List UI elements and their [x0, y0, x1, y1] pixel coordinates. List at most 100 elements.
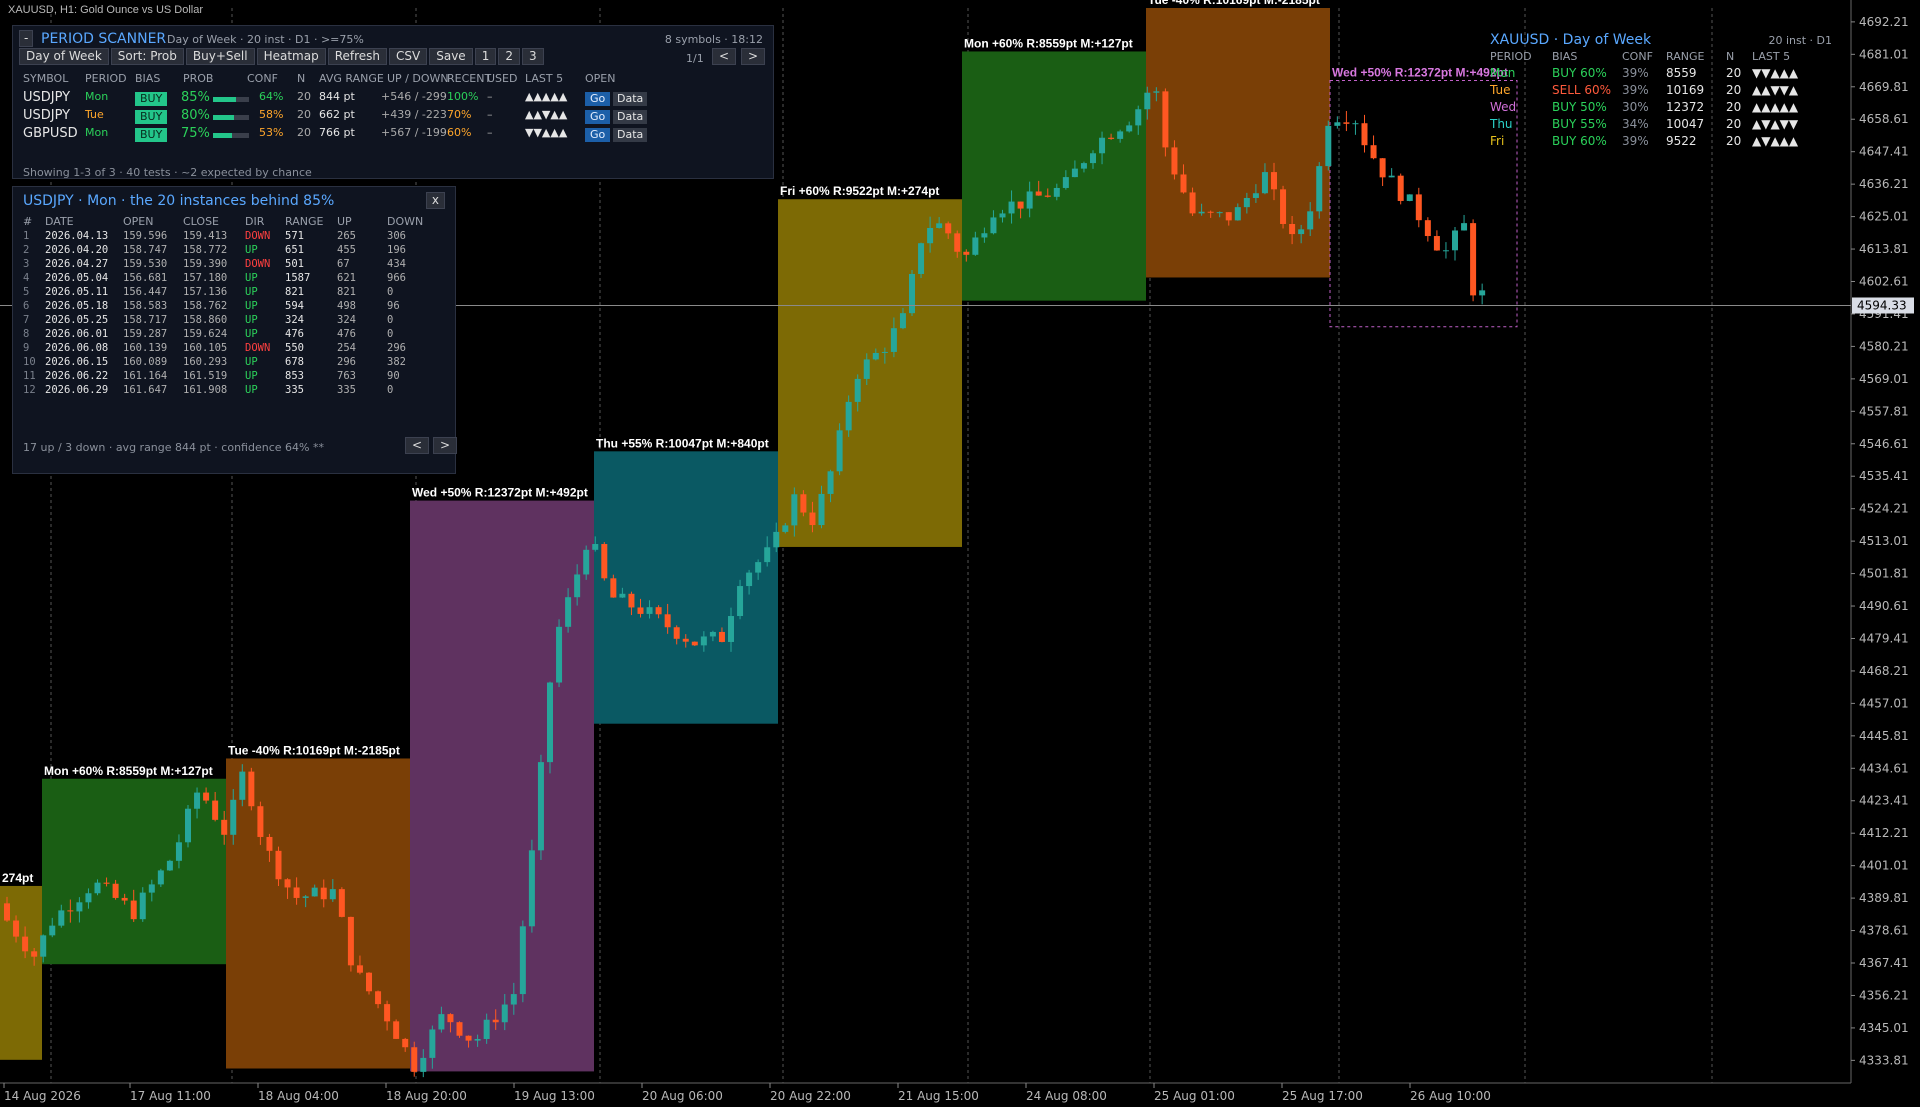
index-cell: 10	[23, 356, 36, 368]
candle-body	[909, 273, 915, 314]
candle-body	[601, 544, 608, 579]
up-down-cell: +567 / -199	[381, 126, 447, 139]
symbol-cell: USDJPY	[23, 108, 71, 123]
down-cell: 0	[387, 328, 394, 340]
scanner-btn-3[interactable]: 3	[521, 48, 544, 65]
candle-body	[1117, 131, 1124, 139]
candle-body	[1026, 191, 1033, 209]
candle-body	[492, 1019, 499, 1023]
data-button[interactable]: Data	[613, 110, 648, 124]
column-header: BIAS	[1552, 50, 1578, 63]
candle-body	[1207, 211, 1214, 213]
candle-body	[1307, 211, 1314, 230]
candle-body	[1343, 122, 1350, 124]
scanner-row[interactable]: GBPUSD Mon BUY 75% 53% 20 766 pt +567 / -199 60%…	[23, 126, 763, 144]
range-cell: 324	[285, 314, 304, 326]
candle-body	[1135, 109, 1142, 126]
y-axis-label: 4490.61	[1859, 599, 1909, 613]
detail-next-button[interactable]: >	[433, 437, 458, 454]
y-axis-label: 4367.41	[1859, 956, 1909, 970]
scanner-btn-buy-sell[interactable]: Buy+Sell	[185, 48, 255, 65]
index-cell: 11	[23, 370, 36, 382]
open-cell: 161.647	[123, 384, 168, 396]
overlay-table: PERIOD BIAS CONF RANGE N LAST 5 Mon BUY 60% 39% 8…	[1490, 50, 1840, 150]
scanner-row[interactable]: USDJPY Tue BUY 80% 58% 20 662 pt +439 / -223 70%…	[23, 108, 763, 126]
candle-body	[1171, 147, 1178, 175]
x-axis-label: 18 Aug 04:00	[258, 1089, 339, 1103]
candle-body	[718, 631, 725, 642]
candle-body	[103, 882, 110, 884]
bias-cell: SELL 60%	[1552, 83, 1612, 97]
candle-body	[592, 544, 599, 550]
data-button[interactable]: Data	[613, 92, 648, 106]
date-cell: 2026.04.20	[45, 244, 109, 256]
scanner-row[interactable]: USDJPY Mon BUY 85% 64% 20 844 pt +546 / -299 100…	[23, 90, 763, 108]
candle-body	[537, 762, 544, 851]
candle-body	[1252, 193, 1259, 198]
date-cell: 2026.05.25	[45, 314, 109, 326]
candle-body	[13, 920, 20, 937]
day-box	[1146, 8, 1330, 278]
column-header: RANGE	[285, 215, 324, 228]
collapse-button[interactable]: -	[19, 30, 34, 47]
index-cell: 4	[23, 272, 30, 284]
last5-cell: ▼▼▲▲▲	[525, 126, 568, 139]
bias-cell: BUY 60%	[1552, 134, 1607, 148]
up-cell: 254	[337, 342, 356, 354]
candle-body	[121, 897, 128, 901]
range-cell: 678	[285, 356, 304, 368]
column-header: LAST 5	[1752, 50, 1791, 63]
period-cell: Thu	[1490, 117, 1513, 131]
page-prev-button[interactable]: <	[712, 48, 737, 65]
date-cell: 2026.06.15	[45, 356, 109, 368]
symbol-cell: GBPUSD	[23, 126, 78, 141]
column-header: DATE	[45, 215, 74, 228]
column-header: N	[1726, 50, 1735, 63]
instance-row[interactable]: 12 2026.06.29 161.647 161.908 UP 335 335 0	[23, 384, 453, 402]
candle-body	[1062, 177, 1069, 188]
candle-body	[1144, 92, 1151, 110]
scanner-btn-1[interactable]: 1	[474, 48, 497, 65]
candle-body	[1479, 290, 1486, 296]
candle-body	[112, 883, 119, 898]
scanner-btn-2[interactable]: 2	[498, 48, 520, 65]
candle-body	[655, 607, 662, 615]
down-cell: 966	[387, 272, 406, 284]
n-cell: 20	[297, 108, 311, 121]
scanner-btn-heatmap[interactable]: Heatmap	[256, 48, 326, 65]
candle-body	[764, 547, 771, 563]
scanner-btn-day-of-week[interactable]: Day of Week	[19, 48, 109, 65]
scanner-toolbar: Day of Week Sort: Prob Buy+Sell Heatmap Refr…	[19, 48, 546, 65]
scanner-status: 8 symbols · 18:12	[664, 33, 763, 46]
scanner-btn-csv[interactable]: CSV	[389, 48, 428, 65]
candle-body	[673, 627, 680, 639]
scanner-btn-save[interactable]: Save	[429, 48, 473, 65]
scanner-table: SYMBOL PERIOD BIAS PROB CONF N AVG RANGE UP / D…	[23, 72, 763, 162]
x-axis-label: 26 Aug 10:00	[1410, 1089, 1491, 1103]
open-cell: 158.747	[123, 244, 168, 256]
day-box-label: Mon +60% R:8559pt M:+127pt	[44, 764, 213, 778]
confidence-bar-fill	[213, 115, 234, 120]
go-button[interactable]: Go	[585, 92, 611, 106]
scanner-btn-sort-prob[interactable]: Sort: Prob	[110, 48, 184, 65]
detail-prev-button[interactable]: <	[405, 437, 430, 454]
page-next-button[interactable]: >	[741, 48, 766, 65]
data-button[interactable]: Data	[613, 128, 648, 142]
y-axis-label: 4613.81	[1859, 242, 1909, 256]
go-button[interactable]: Go	[585, 110, 611, 124]
go-button[interactable]: Go	[585, 128, 611, 142]
confidence-bar-fill	[213, 97, 237, 102]
n-cell: 20	[1726, 66, 1742, 80]
close-button[interactable]: x	[425, 192, 445, 209]
close-cell: 159.390	[183, 258, 228, 270]
y-axis-label: 4647.41	[1859, 145, 1909, 159]
direction-cell: DOWN	[245, 230, 271, 242]
bias-cell: BUY 55%	[1552, 117, 1607, 131]
symbol-cell: USDJPY	[23, 90, 71, 105]
conf-cell: 39%	[1622, 66, 1649, 80]
candle-body	[836, 430, 843, 472]
up-down-cell: +439 / -223	[381, 108, 447, 121]
candle-body	[574, 574, 581, 598]
candle-body	[1189, 192, 1196, 214]
scanner-btn-refresh[interactable]: Refresh	[327, 48, 388, 65]
